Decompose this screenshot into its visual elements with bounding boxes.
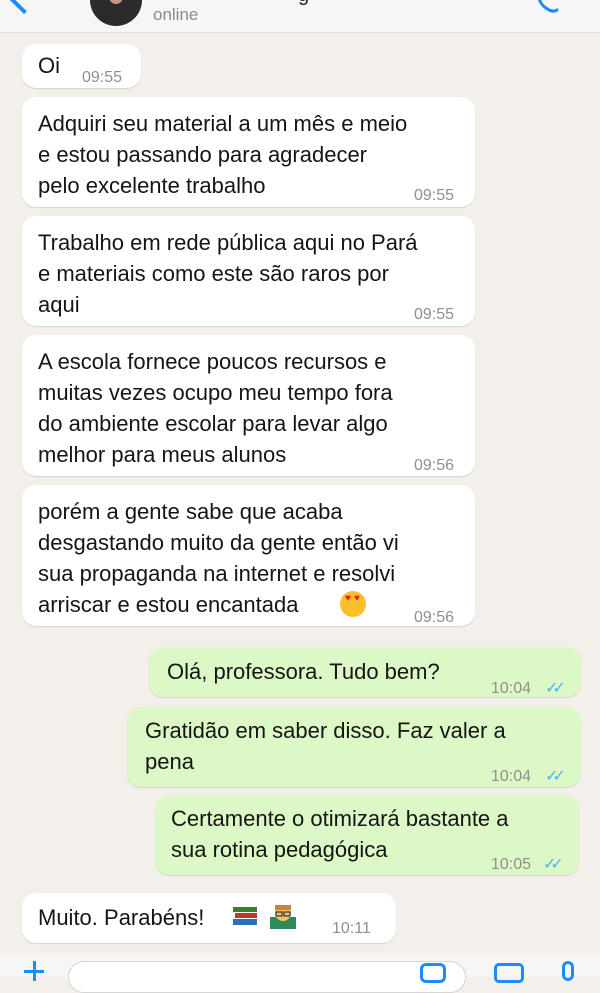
message-time: 10:05 bbox=[491, 856, 532, 873]
message-time: 09:56 bbox=[414, 609, 455, 626]
message-text: A escola fornece poucos recursos e muita… bbox=[38, 349, 393, 467]
message-time: 09:55 bbox=[414, 306, 455, 323]
message-text: Certamente o otimizará bastante a sua ro… bbox=[171, 806, 509, 862]
message-text: Olá, professora. Tudo bem? bbox=[167, 659, 440, 684]
message-time: 10:04 bbox=[491, 680, 532, 697]
read-ticks-icon: ✓✓ bbox=[545, 768, 566, 785]
message-text: Adquiri seu material a um mês e meio e e… bbox=[38, 111, 408, 198]
message-bubble-incoming[interactable]: Trabalho em rede pública aqui no Pará e … bbox=[22, 216, 475, 326]
message-text: Trabalho em rede pública aqui no Pará e … bbox=[38, 230, 418, 317]
plus-icon[interactable] bbox=[24, 961, 44, 981]
message-bubble-incoming[interactable]: porém a gente sabe que acaba desgastando… bbox=[22, 485, 475, 626]
phone-icon[interactable] bbox=[534, 0, 562, 14]
message-text: Oi bbox=[38, 53, 60, 78]
read-ticks-icon: ✓✓ bbox=[545, 680, 566, 697]
message-bubble-incoming[interactable]: Oi 09:55 bbox=[22, 44, 141, 88]
message-input[interactable] bbox=[68, 961, 466, 993]
heart-eyes-emoji-icon bbox=[340, 591, 366, 617]
camera-icon[interactable] bbox=[494, 963, 524, 983]
message-time: 10:04 bbox=[491, 768, 532, 785]
message-time: 10:11 bbox=[332, 920, 371, 937]
message-bubble-outgoing[interactable]: Gratidão em saber disso. Faz valer a pen… bbox=[127, 707, 581, 787]
sticker-icon[interactable] bbox=[420, 963, 446, 983]
mic-icon[interactable] bbox=[562, 961, 574, 981]
back-chevron-icon[interactable] bbox=[9, 0, 39, 15]
message-bubble-outgoing[interactable]: Olá, professora. Tudo bem? 10:04 ✓✓ bbox=[149, 647, 581, 697]
message-bubble-incoming[interactable]: Muito. Parabéns! 10:11 bbox=[22, 893, 396, 943]
message-composer bbox=[0, 955, 600, 993]
chat-header: g online bbox=[0, 0, 600, 33]
message-time: 09:55 bbox=[414, 187, 455, 204]
message-bubble-outgoing[interactable]: Certamente o otimizará bastante a sua ro… bbox=[155, 795, 579, 875]
avatar[interactable] bbox=[90, 0, 142, 26]
message-time: 09:56 bbox=[414, 457, 455, 474]
teacher-emoji-icon bbox=[270, 905, 296, 929]
books-emoji-icon bbox=[233, 907, 257, 925]
message-time: 09:55 bbox=[82, 69, 123, 86]
message-bubble-incoming[interactable]: A escola fornece poucos recursos e muita… bbox=[22, 335, 475, 476]
message-text: Muito. Parabéns! bbox=[38, 905, 205, 930]
contact-name[interactable]: g bbox=[298, 0, 309, 7]
read-ticks-icon: ✓✓ bbox=[543, 856, 564, 873]
contact-status: online bbox=[153, 5, 199, 24]
message-text: Gratidão em saber disso. Faz valer a pen… bbox=[145, 718, 506, 774]
message-bubble-incoming[interactable]: Adquiri seu material a um mês e meio e e… bbox=[22, 97, 475, 207]
